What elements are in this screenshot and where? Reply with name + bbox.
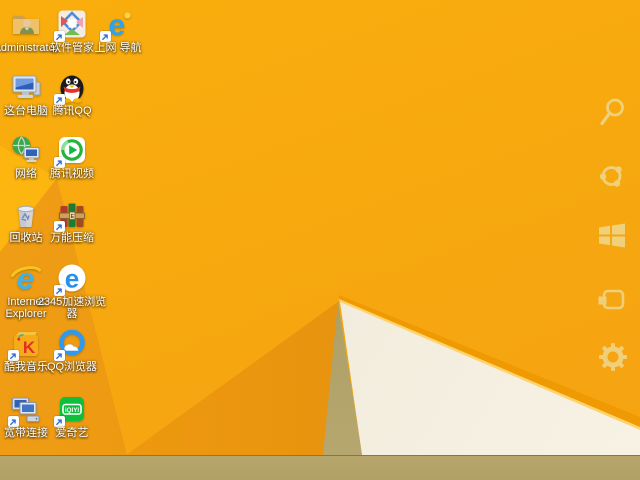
svg-text:e: e xyxy=(65,264,79,294)
settings-charm-icon[interactable] xyxy=(596,340,630,374)
devices-charm-icon[interactable] xyxy=(595,283,629,317)
desktop-icon-recycle-bin[interactable] xyxy=(10,198,42,230)
desktop-icon-wanneng-archiver[interactable]: E xyxy=(54,198,88,232)
shortcut-arrow-badge xyxy=(54,221,65,232)
desktop-icon-broadband-connection[interactable] xyxy=(8,393,42,427)
desktop-icon-internet-explorer[interactable]: e xyxy=(10,262,42,294)
svg-text:iQIYI: iQIYI xyxy=(65,407,79,414)
desktop-icon-label-tencent-video: 腾讯视频 xyxy=(50,168,94,180)
desktop-icon-tencent-video[interactable] xyxy=(54,134,88,168)
search-charm-icon[interactable] xyxy=(595,95,629,129)
share-charm-icon[interactable] xyxy=(595,159,629,193)
windows-desktop-screen: Administrator 软件管家 e 上网 导航 这台电脑 腾讯QQ 网络 … xyxy=(0,0,640,480)
desktop-icon-label-browser-2345: 2345加速浏览器 xyxy=(37,296,107,320)
taskbar: e M 15:48 2018/8/7 星期二 xyxy=(0,455,640,480)
shortcut-arrow-badge xyxy=(54,350,65,361)
shortcut-arrow-badge xyxy=(54,285,65,296)
desktop-icon-web-navigation[interactable]: e xyxy=(100,8,134,42)
desktop-icon-qq-browser[interactable] xyxy=(54,327,88,361)
desktop-icon-kuwo-music[interactable]: K xyxy=(8,327,42,361)
desktop-icon-this-pc[interactable] xyxy=(10,71,42,103)
desktop-icon-label-qq-browser: QQ浏览器 xyxy=(46,361,98,373)
shortcut-arrow-badge xyxy=(100,31,111,42)
shortcut-arrow-badge xyxy=(54,94,65,105)
shortcut-arrow-badge xyxy=(54,31,65,42)
desktop-icon-software-manager[interactable] xyxy=(54,8,88,42)
desktop-icon-label-web-navigation: 上网 导航 xyxy=(94,42,142,54)
desktop-icon-label-iqiyi: 爱奇艺 xyxy=(55,427,89,439)
desktop-icon-iqiyi[interactable]: iQIYI xyxy=(54,393,88,427)
desktop-icon-label-tencent-qq: 腾讯QQ xyxy=(52,105,92,117)
shortcut-arrow-badge xyxy=(54,416,65,427)
desktop-icon-network[interactable] xyxy=(10,134,42,166)
shortcut-arrow-badge xyxy=(8,416,19,427)
desktop[interactable]: Administrator 软件管家 e 上网 导航 这台电脑 腾讯QQ 网络 … xyxy=(0,0,640,455)
desktop-icon-label-wanneng-archiver: 万能压缩 xyxy=(50,232,94,244)
svg-text:K: K xyxy=(23,338,36,357)
svg-text:e: e xyxy=(109,9,126,40)
desktop-icon-browser-2345[interactable]: e xyxy=(54,262,88,296)
start-charm-icon[interactable] xyxy=(595,218,629,252)
desktop-icon-administrator-folder[interactable] xyxy=(10,8,42,40)
desktop-icon-tencent-qq[interactable] xyxy=(54,71,88,105)
shortcut-arrow-badge xyxy=(54,157,65,168)
shortcut-arrow-badge xyxy=(8,350,19,361)
